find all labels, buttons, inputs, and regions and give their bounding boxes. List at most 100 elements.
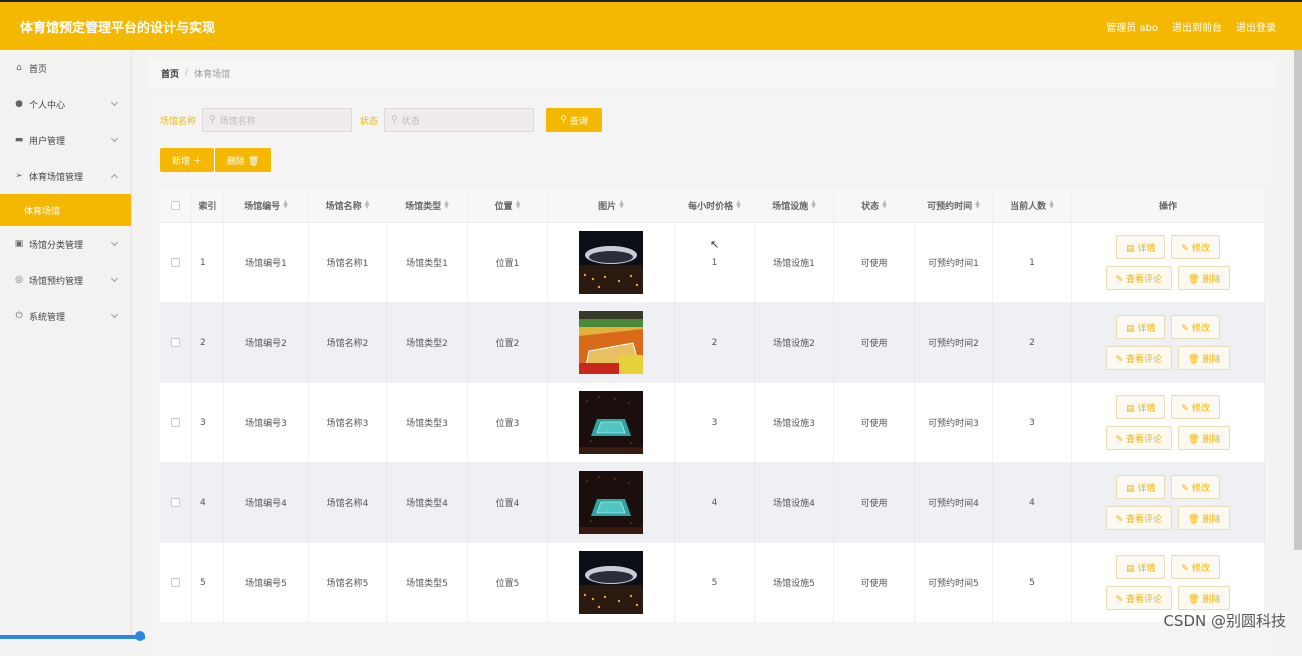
- row-checkbox[interactable]: [171, 258, 180, 267]
- add-button[interactable]: 新增 ＋: [160, 148, 214, 172]
- sidebar-item-label: 个人中心: [29, 98, 65, 111]
- view-reviews-button[interactable]: ✎ 查看评论: [1106, 426, 1172, 450]
- status-input[interactable]: ⚲状态: [384, 108, 534, 132]
- cell-name: 场馆名称1: [309, 223, 387, 302]
- sort-icon[interactable]: ▲▼: [516, 201, 521, 209]
- row-checkbox[interactable]: [171, 578, 180, 587]
- sort-icon[interactable]: ▲▼: [736, 201, 741, 209]
- edit-button[interactable]: ✎ 修改: [1171, 475, 1219, 499]
- sort-icon[interactable]: ▲▼: [365, 201, 370, 209]
- cell-time: 可预约时间4: [915, 463, 993, 542]
- column-header[interactable]: 可预约时间▲▼: [915, 188, 993, 222]
- row-checkbox[interactable]: [171, 338, 180, 347]
- row-checkbox[interactable]: [171, 418, 180, 427]
- column-header[interactable]: 状态▲▼: [834, 188, 915, 222]
- page-scrollbar[interactable]: [1294, 50, 1302, 550]
- chevron-down-icon: [111, 311, 118, 318]
- sort-icon[interactable]: ▲▼: [811, 201, 816, 209]
- sidebar-item[interactable]: ◎ 场馆预约管理: [0, 262, 131, 298]
- detail-button[interactable]: ▤ 详情: [1116, 395, 1165, 419]
- search-icon: ⚲: [391, 115, 398, 125]
- select-all-checkbox[interactable]: [171, 201, 180, 210]
- sidebar-subitem-venues[interactable]: 体育场馆: [0, 194, 131, 226]
- view-reviews-button[interactable]: ✎ 查看评论: [1106, 346, 1172, 370]
- column-header[interactable]: 场馆设施▲▼: [755, 188, 834, 222]
- sidebar-item[interactable]: ➢体育场馆管理: [0, 158, 131, 194]
- search-icon: ⚲: [560, 115, 569, 125]
- row-checkbox[interactable]: [171, 498, 180, 507]
- cell-status: 可使用: [834, 303, 915, 382]
- column-header[interactable]: 图片▲▼: [548, 188, 675, 222]
- detail-button[interactable]: ▤ 详情: [1116, 475, 1165, 499]
- chevron-down-icon: [111, 239, 118, 246]
- column-header[interactable]: 场馆类型▲▼: [387, 188, 468, 222]
- sort-icon[interactable]: ▲▼: [283, 201, 288, 209]
- exit-to-front-link[interactable]: 退出到前台: [1172, 19, 1222, 34]
- edit-button[interactable]: ✎ 修改: [1171, 555, 1219, 579]
- power-icon: ⏻: [13, 311, 25, 321]
- detail-button[interactable]: ▤ 详情: [1116, 555, 1165, 579]
- sort-icon[interactable]: ▲▼: [619, 201, 624, 209]
- detail-button[interactable]: ▤ 详情: [1116, 235, 1165, 259]
- cell-type: 场馆类型2: [387, 303, 468, 382]
- sort-icon[interactable]: ▲▼: [882, 201, 887, 209]
- sidebar-item[interactable]: ⏻系统管理: [0, 298, 131, 334]
- sidebar-scrollbar[interactable]: [0, 635, 145, 639]
- cell-loc: 位置5: [468, 543, 548, 622]
- delete-row-button[interactable]: 🗑 删除: [1178, 586, 1230, 610]
- sidebar: ⌂首页●个人中心▬用户管理➢体育场馆管理体育场馆▣场馆分类管理 ◎ 场馆预约管理 ⏻系…: [0, 50, 132, 639]
- view-reviews-button[interactable]: ✎ 查看评论: [1106, 266, 1172, 290]
- delete-row-button[interactable]: 🗑 删除: [1178, 346, 1230, 370]
- column-header[interactable]: 场馆名称▲▼: [309, 188, 387, 222]
- table-row: 1场馆编号1场馆名称1场馆类型1位置11场馆设施1可使用可预约时间11▤ 详情✎…: [160, 223, 1265, 303]
- cell-code: 场馆编号1: [224, 223, 309, 302]
- detail-button[interactable]: ▤ 详情: [1116, 315, 1165, 339]
- delete-button[interactable]: 删除 🗑: [214, 148, 271, 172]
- sidebar-item[interactable]: ▣场馆分类管理: [0, 226, 131, 262]
- view-reviews-button[interactable]: ✎ 查看评论: [1106, 506, 1172, 530]
- table-row: 2场馆编号2场馆名称2场馆类型2位置22场馆设施2可使用可预约时间22▤ 详情✎…: [160, 303, 1265, 383]
- sidebar-item[interactable]: ⌂首页: [0, 50, 131, 86]
- column-header[interactable]: 位置▲▼: [468, 188, 548, 222]
- select-cell: [160, 543, 192, 622]
- cell-index: 4: [192, 463, 224, 542]
- edit-button[interactable]: ✎ 修改: [1171, 395, 1219, 419]
- column-header[interactable]: 当前人数▲▼: [993, 188, 1072, 222]
- cell-facility: 场馆设施5: [755, 543, 834, 622]
- content-panel: 场馆名称 ⚲场馆名称 状态 ⚲状态 ⚲ 查询 新增 ＋ 删除 🗑 索引场馆编号▲…: [148, 96, 1278, 656]
- logout-link[interactable]: 退出登录: [1236, 19, 1276, 34]
- sidebar-item[interactable]: ●个人中心: [0, 86, 131, 122]
- delete-row-button[interactable]: 🗑 删除: [1178, 266, 1230, 290]
- sort-icon[interactable]: ▲▼: [975, 201, 980, 209]
- cell-status: 可使用: [834, 543, 915, 622]
- venue-image: [548, 383, 675, 462]
- delete-row-button[interactable]: 🗑 删除: [1178, 506, 1230, 530]
- cell-status: 可使用: [834, 223, 915, 302]
- sidebar-item[interactable]: ▬用户管理: [0, 122, 131, 158]
- actions-cell: ▤ 详情✎ 修改 ✎ 查看评论🗑 删除: [1072, 303, 1265, 382]
- cell-loc: 位置1: [468, 223, 548, 302]
- edit-button[interactable]: ✎ 修改: [1171, 315, 1219, 339]
- cell-index: 2: [192, 303, 224, 382]
- sidebar-item-label: 场馆预约管理: [29, 274, 83, 287]
- sort-icon[interactable]: ▲▼: [444, 201, 449, 209]
- cell-people: 2: [993, 303, 1072, 382]
- chevron-down-icon: [111, 99, 118, 106]
- cell-time: 可预约时间2: [915, 303, 993, 382]
- cell-people: 4: [993, 463, 1072, 542]
- query-button[interactable]: ⚲ 查询: [546, 108, 602, 132]
- picture-icon: ▣: [13, 239, 25, 249]
- sort-icon[interactable]: ▲▼: [1049, 201, 1054, 209]
- column-header[interactable]: 场馆编号▲▼: [224, 188, 309, 222]
- cell-people: 3: [993, 383, 1072, 462]
- breadcrumb-home[interactable]: 首页: [161, 67, 179, 80]
- venue-image: [548, 543, 675, 622]
- column-header[interactable]: 每小时价格▲▼: [675, 188, 755, 222]
- admin-user-label: 管理员 abo: [1106, 19, 1158, 34]
- view-reviews-button[interactable]: ✎ 查看评论: [1106, 586, 1172, 610]
- venue-table: 索引场馆编号▲▼场馆名称▲▼场馆类型▲▼位置▲▼图片▲▼每小时价格▲▼场馆设施▲…: [160, 188, 1265, 623]
- delete-row-button[interactable]: 🗑 删除: [1178, 426, 1230, 450]
- globe-icon: ◎: [13, 275, 25, 285]
- venue-name-input[interactable]: ⚲场馆名称: [202, 108, 352, 132]
- edit-button[interactable]: ✎ 修改: [1171, 235, 1219, 259]
